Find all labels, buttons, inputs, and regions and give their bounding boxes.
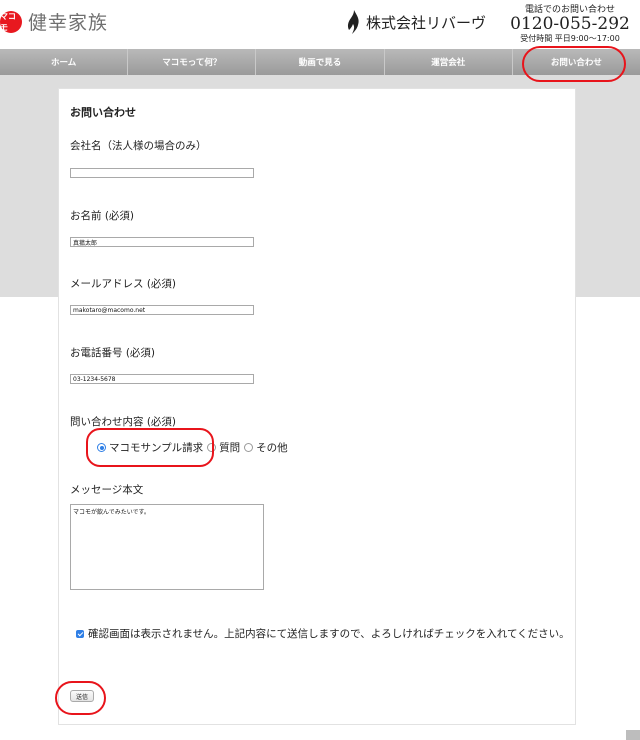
company: 株式会社リバーヴ bbox=[347, 10, 486, 34]
contact-form: お問い合わせ 会社名（法人様の場合のみ） お名前 (必須) メールアドレス (必… bbox=[58, 88, 576, 725]
confirm-checkbox[interactable] bbox=[76, 630, 84, 638]
brand-name: 健幸家族 bbox=[28, 12, 109, 34]
contact-info: 電話でのお問い合わせ 0120-055-292 受付時間 平日9:00～17:0… bbox=[504, 2, 636, 44]
company-input[interactable] bbox=[70, 168, 254, 178]
name-input[interactable] bbox=[70, 237, 254, 247]
company-label: 会社名（法人様の場合のみ） bbox=[70, 140, 207, 152]
message-textarea[interactable]: マコモが飲んでみたいです。 bbox=[70, 504, 264, 590]
flame-icon bbox=[347, 10, 359, 34]
confirm-text: 確認画面は表示されません。上記内容にて送信しますので、よろしければチェックを入れ… bbox=[88, 628, 570, 640]
contact-hours: 受付時間 平日9:00～17:00 bbox=[520, 34, 620, 43]
phone-label: お電話番号 (必須) bbox=[70, 347, 156, 359]
scroll-corner bbox=[626, 730, 640, 740]
confirm-row: 確認画面は表示されません。上記内容にて送信しますので、よろしければチェックを入れ… bbox=[76, 621, 574, 648]
highlight-submit-button bbox=[55, 681, 106, 715]
form-title: お問い合わせ bbox=[70, 106, 136, 119]
nav-item-about-macomo[interactable]: マコモって何？ bbox=[128, 49, 257, 75]
inquiry-option-label: その他 bbox=[256, 442, 288, 454]
highlight-sample-option bbox=[86, 428, 214, 467]
company-name: 株式会社リバーヴ bbox=[366, 13, 487, 32]
nav-item-video[interactable]: 動画で見る bbox=[256, 49, 385, 75]
inquiry-label: 問い合わせ内容 (必須) bbox=[70, 416, 177, 428]
inquiry-option-label: 質問 bbox=[219, 442, 241, 454]
nav-item-home[interactable]: ホーム bbox=[0, 49, 129, 75]
radio-other[interactable] bbox=[244, 443, 254, 452]
contact-phone[interactable]: 0120-055-292 bbox=[504, 15, 636, 33]
email-label: メールアドレス (必須) bbox=[70, 278, 177, 290]
name-label: お名前 (必須) bbox=[70, 210, 135, 222]
phone-input[interactable] bbox=[70, 374, 254, 384]
message-label: メッセージ本文 bbox=[70, 484, 144, 496]
site-header: マコモ 健幸家族 株式会社リバーヴ 電話でのお問い合わせ 0120-055-29… bbox=[0, 0, 640, 48]
brand-logo: マコモ bbox=[0, 10, 22, 33]
brand[interactable]: マコモ 健幸家族 bbox=[0, 8, 108, 35]
highlight-contact-nav bbox=[522, 46, 626, 82]
inquiry-option-other[interactable]: その他 bbox=[244, 440, 288, 455]
nav-item-company[interactable]: 運営会社 bbox=[385, 49, 513, 75]
email-input[interactable] bbox=[70, 305, 254, 315]
